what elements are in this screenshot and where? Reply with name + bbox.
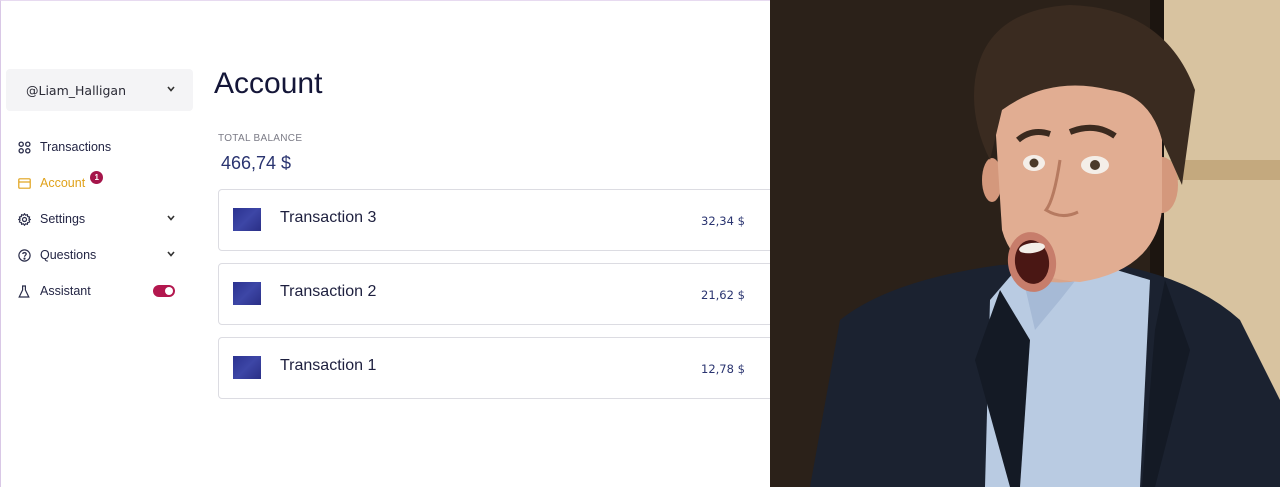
page-title: Account xyxy=(214,67,323,100)
transaction-amount: 21,62 $ xyxy=(701,288,745,302)
transaction-name: Transaction 1 xyxy=(280,357,377,374)
sidebar-item-label: Account xyxy=(40,176,86,190)
transaction-amount: 12,78 $ xyxy=(701,362,745,376)
flask-icon xyxy=(17,284,31,298)
card-icon xyxy=(17,176,31,190)
sidebar-nav: Transactions Account 1 Settings Question… xyxy=(1,129,193,309)
transaction-card[interactable]: Transaction 3 32,34 $ xyxy=(218,189,770,251)
transaction-name: Transaction 3 xyxy=(280,209,377,226)
sidebar-item-settings[interactable]: Settings xyxy=(1,201,193,237)
sidebar-item-assistant[interactable]: Assistant xyxy=(1,273,193,309)
app-window: @Liam_Halligan Transactions Account 1 Se… xyxy=(0,0,770,487)
sidebar-item-label: Transactions xyxy=(40,140,112,154)
sidebar-item-transactions[interactable]: Transactions xyxy=(1,129,193,165)
account-switcher[interactable]: @Liam_Halligan xyxy=(6,69,193,111)
chevron-down-icon xyxy=(167,214,175,224)
transaction-card[interactable]: Transaction 1 12,78 $ xyxy=(218,337,770,399)
question-icon xyxy=(17,248,31,262)
notification-badge: 1 xyxy=(90,170,104,184)
chevron-down-icon xyxy=(167,250,175,260)
transaction-name: Transaction 2 xyxy=(280,283,377,300)
sidebar-item-account[interactable]: Account 1 xyxy=(1,165,193,201)
total-balance-value: 466,74 $ xyxy=(221,153,292,173)
assistant-toggle[interactable] xyxy=(153,285,175,297)
transaction-amount: 32,34 $ xyxy=(701,214,745,228)
transaction-thumbnail xyxy=(233,208,261,231)
transaction-card[interactable]: Transaction 2 21,62 $ xyxy=(218,263,770,325)
username-label: @Liam_Halligan xyxy=(26,82,127,98)
grid-icon xyxy=(17,140,31,154)
transaction-list: Transaction 3 32,34 $ Transaction 2 21,6… xyxy=(218,189,770,411)
gear-icon xyxy=(17,212,31,226)
reaction-photo xyxy=(770,0,1280,487)
transaction-thumbnail xyxy=(233,282,261,305)
total-balance-label: TOTAL BALANCE xyxy=(218,133,303,144)
sidebar-item-label: Settings xyxy=(40,212,86,226)
chevron-down-icon xyxy=(167,85,175,95)
transaction-thumbnail xyxy=(233,356,261,379)
sidebar-item-label: Questions xyxy=(40,248,97,262)
sidebar-item-questions[interactable]: Questions xyxy=(1,237,193,273)
sidebar-item-label: Assistant xyxy=(40,284,91,298)
